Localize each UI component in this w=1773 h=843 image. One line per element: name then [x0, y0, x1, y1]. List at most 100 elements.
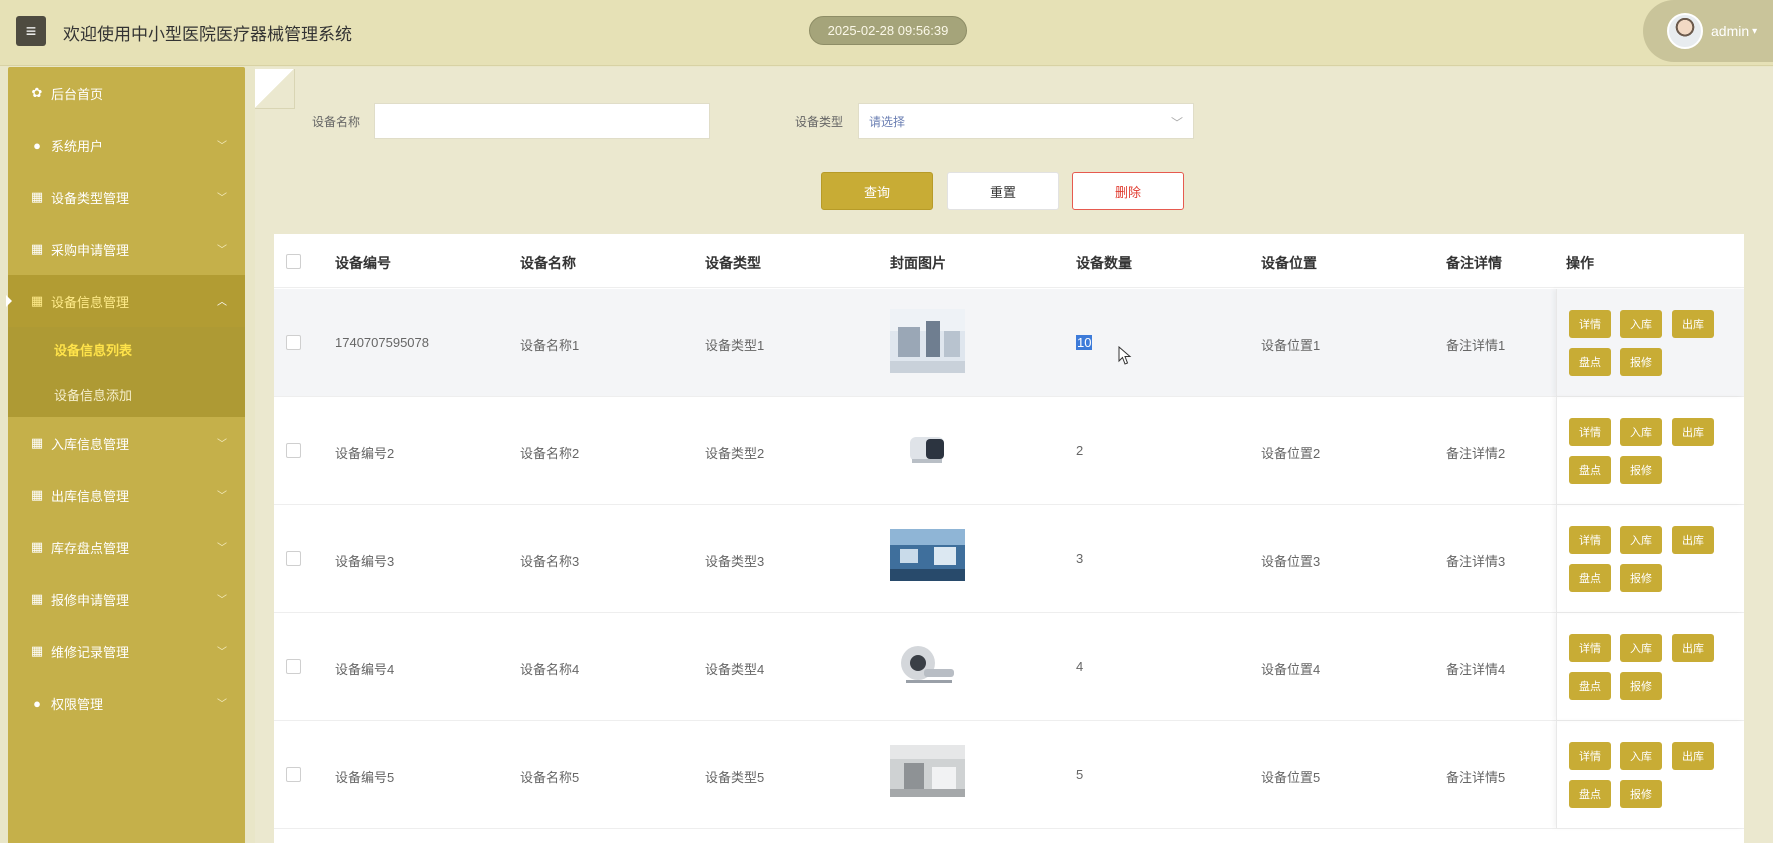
- stock-out-button[interactable]: 出库: [1672, 742, 1714, 770]
- grid-icon: ▦: [30, 487, 44, 502]
- row-checkbox[interactable]: [286, 659, 301, 674]
- inventory-button[interactable]: 盘点: [1569, 672, 1611, 700]
- inventory-button[interactable]: 盘点: [1569, 564, 1611, 592]
- sidebar-item-stock-out[interactable]: ▦ 出库信息管理 ﹀: [8, 469, 245, 521]
- sidebar-item-home[interactable]: ✿ 后台首页: [8, 67, 245, 119]
- device-quantity: 2: [1076, 443, 1084, 458]
- table-row: 设备编号3 设备名称3 设备类型3 3 设备位置3 备注详情3 详情 入库 出库…: [274, 505, 1744, 613]
- sidebar-item-label: 库存盘点管理: [51, 540, 130, 556]
- device-location: 设备位置4: [1261, 662, 1321, 677]
- device-code: 设备编号2: [335, 446, 395, 461]
- chevron-up-icon: ︿: [217, 297, 227, 308]
- chevron-down-icon: ﹀: [217, 491, 227, 502]
- grid-icon: ▦: [30, 591, 44, 606]
- stock-out-button[interactable]: 出库: [1672, 526, 1714, 554]
- stock-out-button[interactable]: 出库: [1672, 310, 1714, 338]
- inventory-button[interactable]: 盘点: [1569, 456, 1611, 484]
- device-table: 设备编号 设备名称 设备类型 封面图片 设备数量 设备位置 备注详情 操作 17…: [274, 234, 1744, 843]
- stock-in-button[interactable]: 入库: [1620, 418, 1662, 446]
- repair-button[interactable]: 报修: [1620, 564, 1662, 592]
- stock-in-button[interactable]: 入库: [1620, 634, 1662, 662]
- select-all-checkbox[interactable]: [286, 254, 301, 269]
- device-name-input[interactable]: [374, 103, 710, 139]
- sidebar-item-repair-record[interactable]: ▦ 维修记录管理 ﹀: [8, 625, 245, 677]
- detail-button[interactable]: 详情: [1569, 742, 1611, 770]
- grid-icon: ▦: [30, 435, 44, 450]
- query-button[interactable]: 查询: [821, 172, 933, 210]
- row-checkbox[interactable]: [286, 335, 301, 350]
- repair-button[interactable]: 报修: [1620, 456, 1662, 484]
- sidebar-item-repair-request[interactable]: ▦ 报修申请管理 ﹀: [8, 573, 245, 625]
- sidebar-subitem-device-add[interactable]: 设备信息添加: [8, 372, 245, 417]
- device-name: 设备名称5: [520, 770, 580, 785]
- chevron-down-icon: ﹀: [217, 245, 227, 256]
- repair-button[interactable]: 报修: [1620, 672, 1662, 700]
- sidebar-item-device-type[interactable]: ▦ 设备类型管理 ﹀: [8, 171, 245, 223]
- sidebar-item-label: 报修申请管理: [51, 592, 130, 608]
- chevron-down-icon: ﹀: [217, 543, 227, 554]
- grid-icon: ▦: [30, 241, 44, 256]
- device-code: 设备编号4: [335, 662, 395, 677]
- reset-button[interactable]: 重置: [947, 172, 1059, 210]
- user-name: admin: [1711, 23, 1750, 39]
- menu-toggle-icon[interactable]: ≡: [16, 16, 46, 46]
- device-thumbnail: [890, 745, 965, 797]
- sidebar-item-device-info[interactable]: ▦ 设备信息管理 ︿: [6, 275, 245, 327]
- device-note: 备注详情1: [1446, 338, 1506, 353]
- row-checkbox[interactable]: [286, 443, 301, 458]
- app-title: 欢迎使用中小型医院医疗器械管理系统: [63, 25, 352, 44]
- device-code: 设备编号3: [335, 554, 395, 569]
- sidebar-item-permissions[interactable]: ● 权限管理 ﹀: [8, 677, 245, 729]
- sidebar-item-inventory[interactable]: ▦ 库存盘点管理 ﹀: [8, 521, 245, 573]
- detail-button[interactable]: 详情: [1569, 310, 1611, 338]
- datetime-badge: 2025-02-28 09:56:39: [809, 16, 967, 45]
- device-name: 设备名称4: [520, 662, 580, 677]
- top-header: ≡ 欢迎使用中小型医院医疗器械管理系统 2025-02-28 09:56:39 …: [0, 0, 1773, 66]
- stock-out-button[interactable]: 出库: [1672, 634, 1714, 662]
- avatar: [1667, 13, 1703, 49]
- inventory-button[interactable]: 盘点: [1569, 780, 1611, 808]
- chevron-down-icon: ﹀: [217, 699, 227, 710]
- detail-button[interactable]: 详情: [1569, 526, 1611, 554]
- row-checkbox[interactable]: [286, 767, 301, 782]
- sidebar-item-label: 采购申请管理: [51, 242, 130, 258]
- grid-icon: ▦: [30, 539, 44, 554]
- row-actions: 详情 入库 出库 盘点 报修: [1556, 613, 1744, 720]
- sidebar-item-label: 权限管理: [51, 696, 104, 712]
- stock-out-button[interactable]: 出库: [1672, 418, 1714, 446]
- user-menu[interactable]: admin ▾: [1643, 0, 1773, 62]
- detail-button[interactable]: 详情: [1569, 634, 1611, 662]
- sidebar-item-system-users[interactable]: ● 系统用户 ﹀: [8, 119, 245, 171]
- inventory-button[interactable]: 盘点: [1569, 348, 1611, 376]
- repair-button[interactable]: 报修: [1620, 348, 1662, 376]
- chevron-down-icon: ﹀: [217, 193, 227, 204]
- row-actions: 详情 入库 出库 盘点 报修: [1556, 397, 1744, 504]
- main-content: 设备名称 设备类型 请选择 ﹀ 查询 重置 删除 设备编号 设备名称 设备类型 …: [255, 67, 1773, 843]
- device-type: 设备类型4: [705, 662, 765, 677]
- user-icon: ●: [33, 137, 41, 153]
- column-header: 设备类型: [705, 255, 761, 271]
- chevron-down-icon: ▾: [1752, 25, 1758, 37]
- stock-in-button[interactable]: 入库: [1620, 742, 1662, 770]
- sidebar-item-label: 系统用户: [51, 138, 104, 154]
- table-row: 设备编号5 设备名称5 设备类型5 5 设备位置5 备注详情5 详情 入库 出库…: [274, 721, 1744, 829]
- stock-in-button[interactable]: 入库: [1620, 526, 1662, 554]
- stock-in-button[interactable]: 入库: [1620, 310, 1662, 338]
- sidebar-item-purchase[interactable]: ▦ 采购申请管理 ﹀: [8, 223, 245, 275]
- device-location: 设备位置1: [1261, 338, 1321, 353]
- delete-button[interactable]: 删除: [1072, 172, 1184, 210]
- grid-icon: ▦: [30, 643, 44, 658]
- sidebar-item-stock-in[interactable]: ▦ 入库信息管理 ﹀: [8, 417, 245, 469]
- row-checkbox[interactable]: [286, 551, 301, 566]
- detail-button[interactable]: 详情: [1569, 418, 1611, 446]
- corner-fold: [255, 69, 295, 109]
- sidebar-subitem-device-list[interactable]: 设备信息列表: [8, 327, 245, 372]
- repair-button[interactable]: 报修: [1620, 780, 1662, 808]
- sidebar-item-label: 设备类型管理: [51, 190, 130, 206]
- mouse-cursor-icon: [1118, 346, 1132, 365]
- row-actions: 详情 入库 出库 盘点 报修: [1556, 289, 1744, 396]
- grid-icon: ▦: [30, 293, 44, 308]
- device-type-select[interactable]: 请选择 ﹀: [858, 103, 1194, 139]
- device-type: 设备类型3: [705, 554, 765, 569]
- sidebar-item-label: 后台首页: [51, 86, 104, 102]
